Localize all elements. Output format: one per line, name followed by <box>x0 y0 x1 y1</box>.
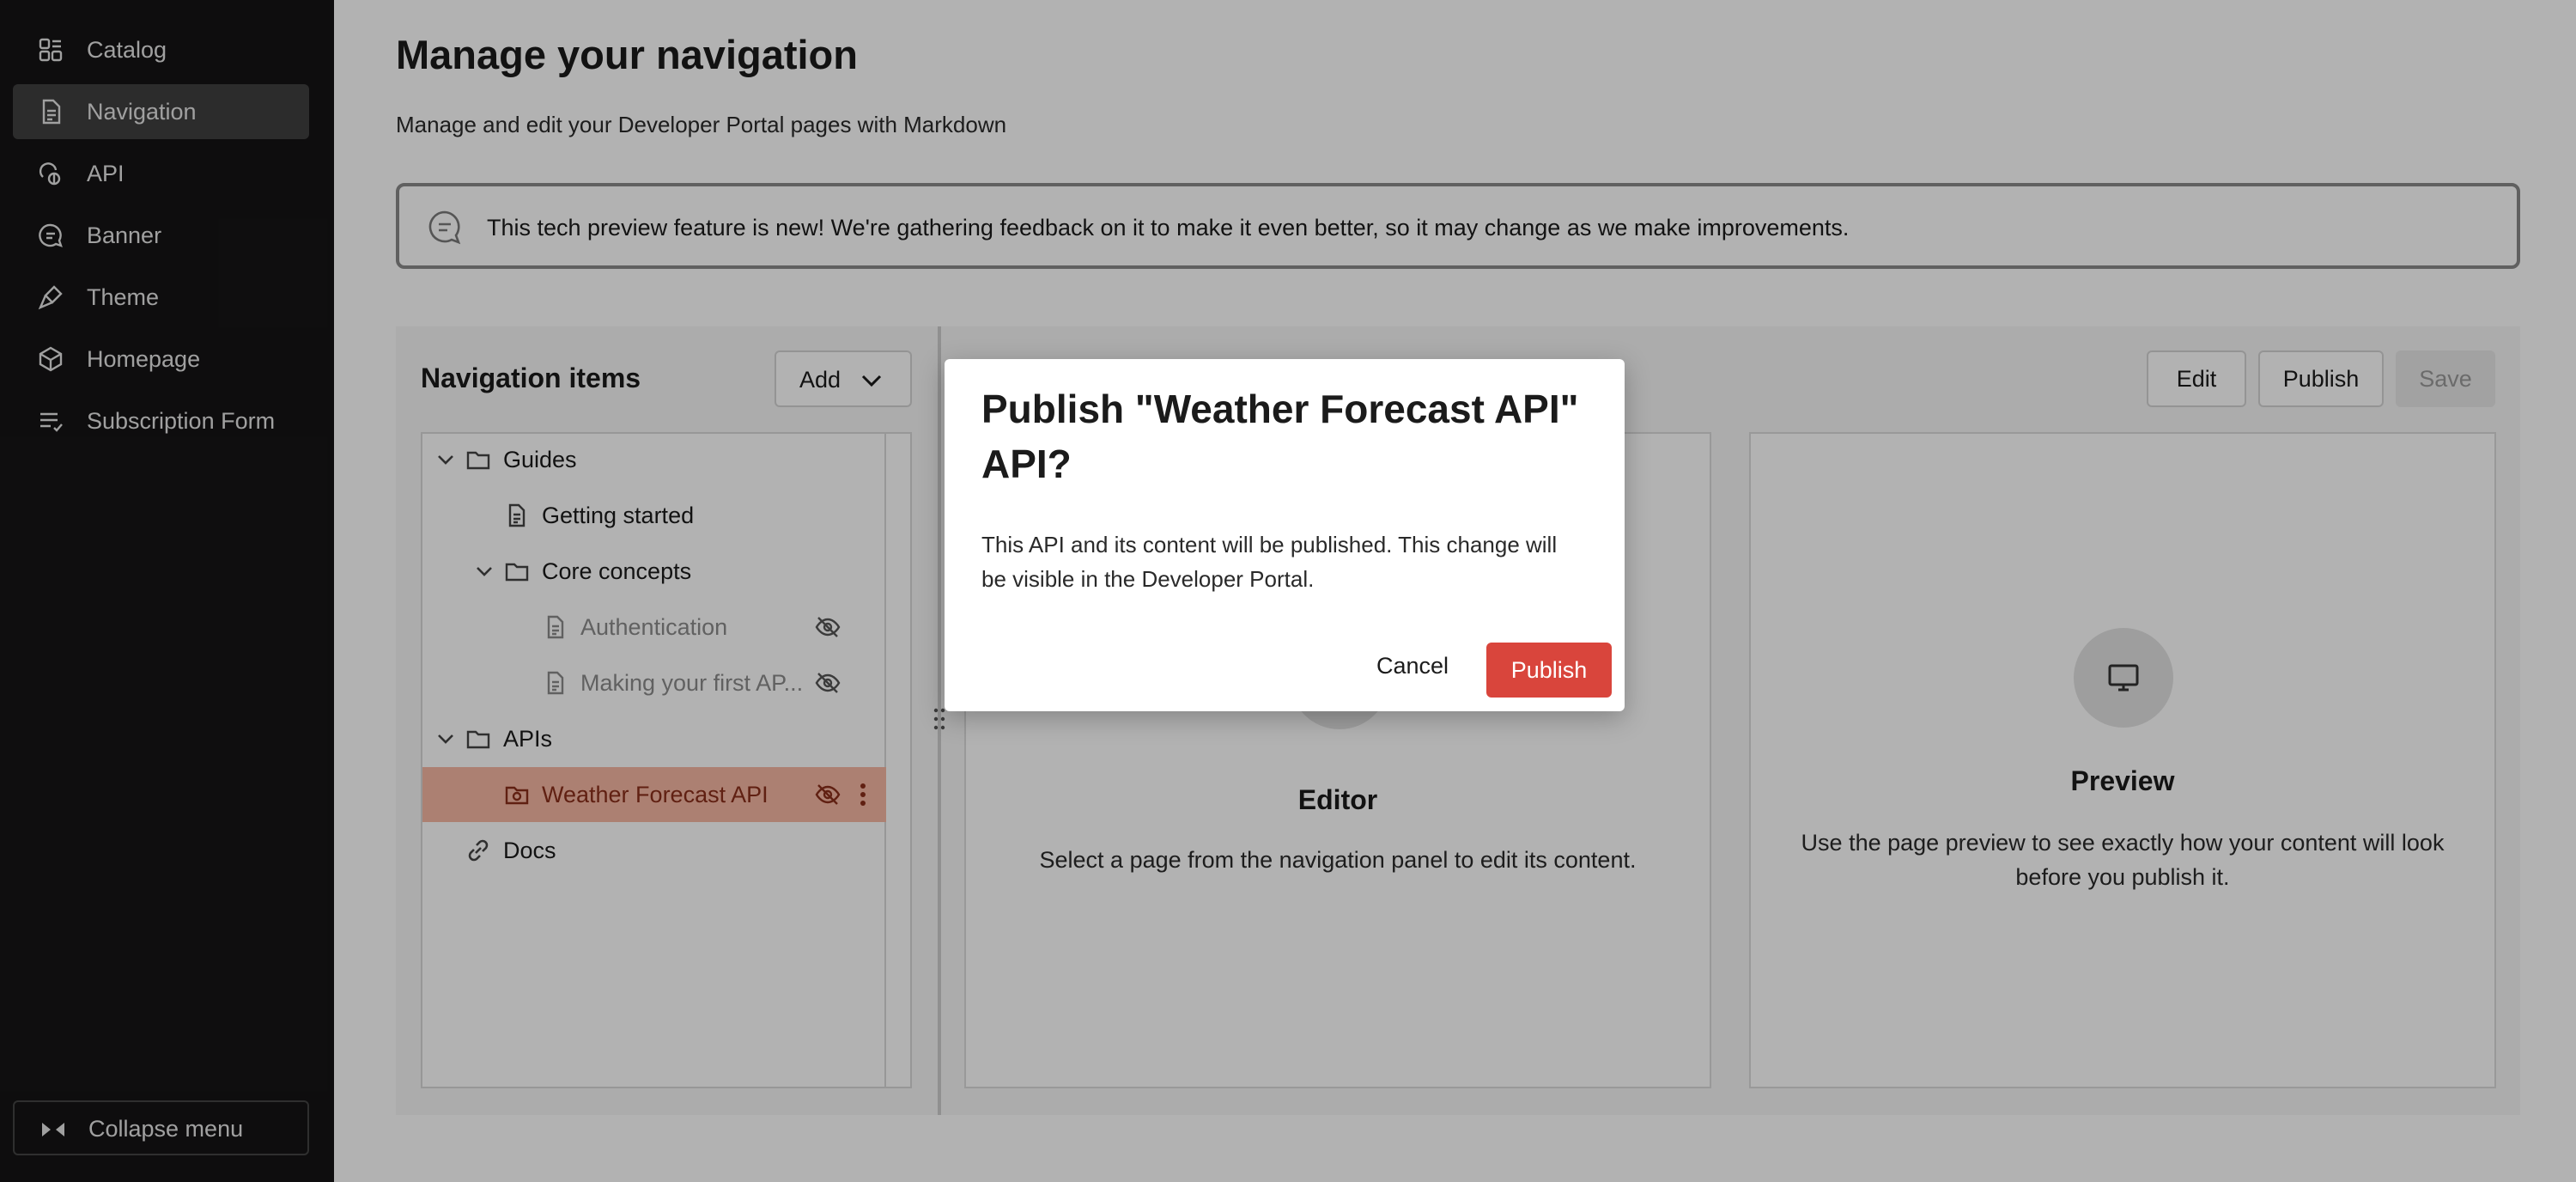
publish-dialog: Publish "Weather Forecast API" API? This… <box>945 359 1625 711</box>
cancel-button[interactable]: Cancel <box>1361 643 1464 689</box>
publish-button[interactable]: Publish <box>1486 643 1612 698</box>
dialog-title: Publish "Weather Forecast API" API? <box>981 387 1579 486</box>
dialog-body: This API and its content will be publish… <box>981 532 1558 592</box>
